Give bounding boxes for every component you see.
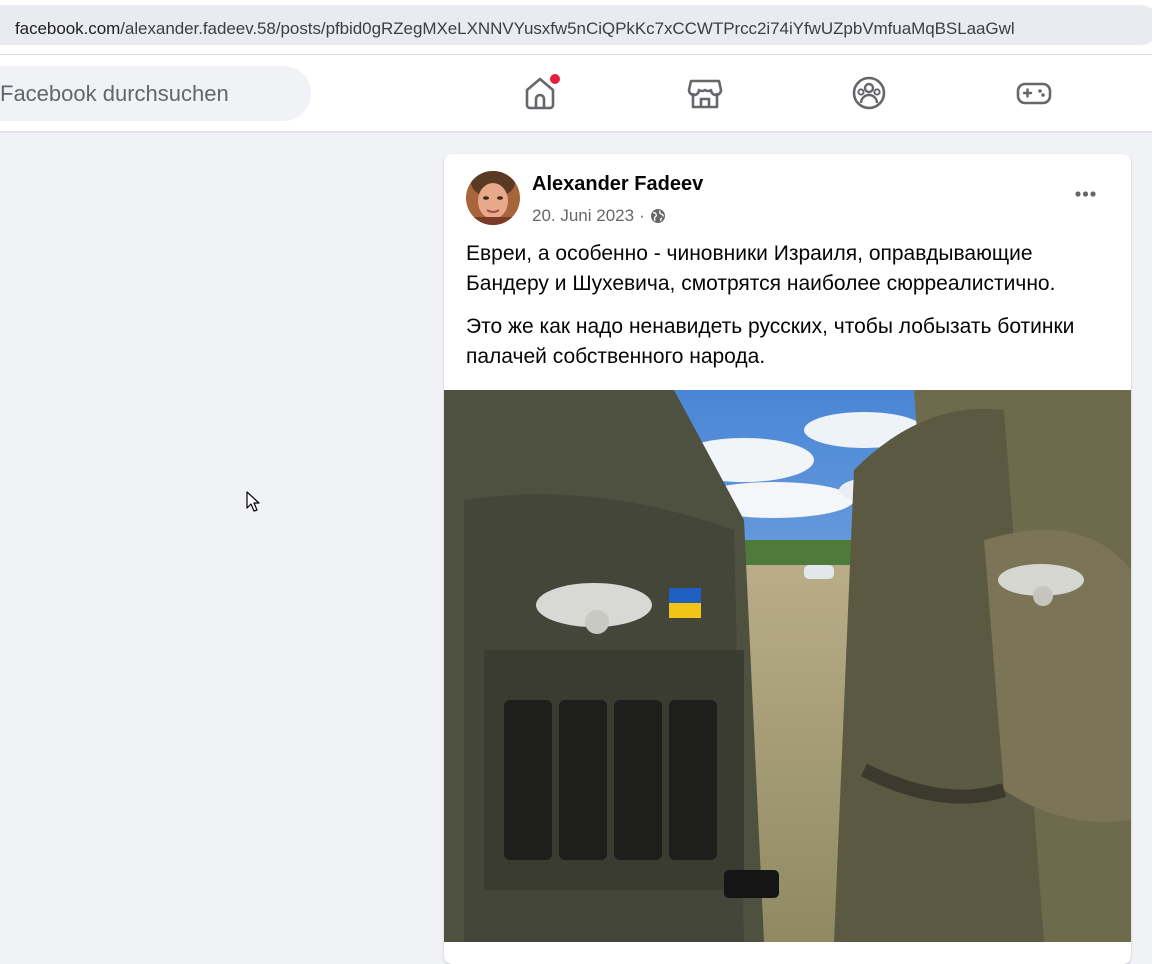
nav-home[interactable]	[520, 73, 561, 113]
groups-icon	[852, 76, 886, 110]
notification-dot	[549, 73, 561, 85]
meta-separator: ·	[639, 206, 645, 225]
post-meta: 20. Juni 2023 ·	[532, 206, 666, 226]
search-box[interactable]	[0, 66, 311, 121]
post-paragraph: Евреи, а особенно - чиновники Израиля, о…	[466, 242, 1056, 295]
post-paragraph: Это же как надо ненавидеть русских, чтоб…	[466, 315, 1075, 368]
post-photo[interactable]	[444, 390, 1131, 942]
marketplace-icon	[687, 79, 723, 109]
avatar[interactable]	[466, 171, 520, 225]
url-field[interactable]: facebook.com/alexander.fadeev.58/posts/p…	[0, 5, 1152, 45]
gaming-icon	[1016, 82, 1052, 105]
post-date[interactable]: 20. Juni 2023	[532, 206, 634, 226]
url-path: /alexander.fadeev.58/posts/pfbid0gRZegMX…	[120, 19, 1015, 38]
post-card: Alexander Fadeev 20. Juni 2023 · Евреи, …	[444, 154, 1131, 964]
more-dots-icon[interactable]	[1068, 180, 1104, 208]
nav-marketplace[interactable]	[685, 73, 725, 113]
globe-icon[interactable]	[650, 208, 666, 224]
post-author[interactable]: Alexander Fadeev	[532, 173, 703, 196]
mouse-pointer-icon	[246, 491, 260, 512]
search-input[interactable]	[0, 81, 300, 107]
url-domain: facebook.com	[15, 19, 121, 38]
browser-address-bar: facebook.com/alexander.fadeev.58/posts/p…	[0, 0, 1152, 55]
nav-groups[interactable]	[849, 73, 889, 113]
url-text[interactable]: facebook.com/alexander.fadeev.58/posts/p…	[15, 19, 1015, 39]
facebook-header	[0, 55, 1152, 131]
post-text: Евреи, а особенно - чиновники Израиля, о…	[466, 239, 1116, 385]
nav-gaming[interactable]	[1014, 73, 1054, 113]
